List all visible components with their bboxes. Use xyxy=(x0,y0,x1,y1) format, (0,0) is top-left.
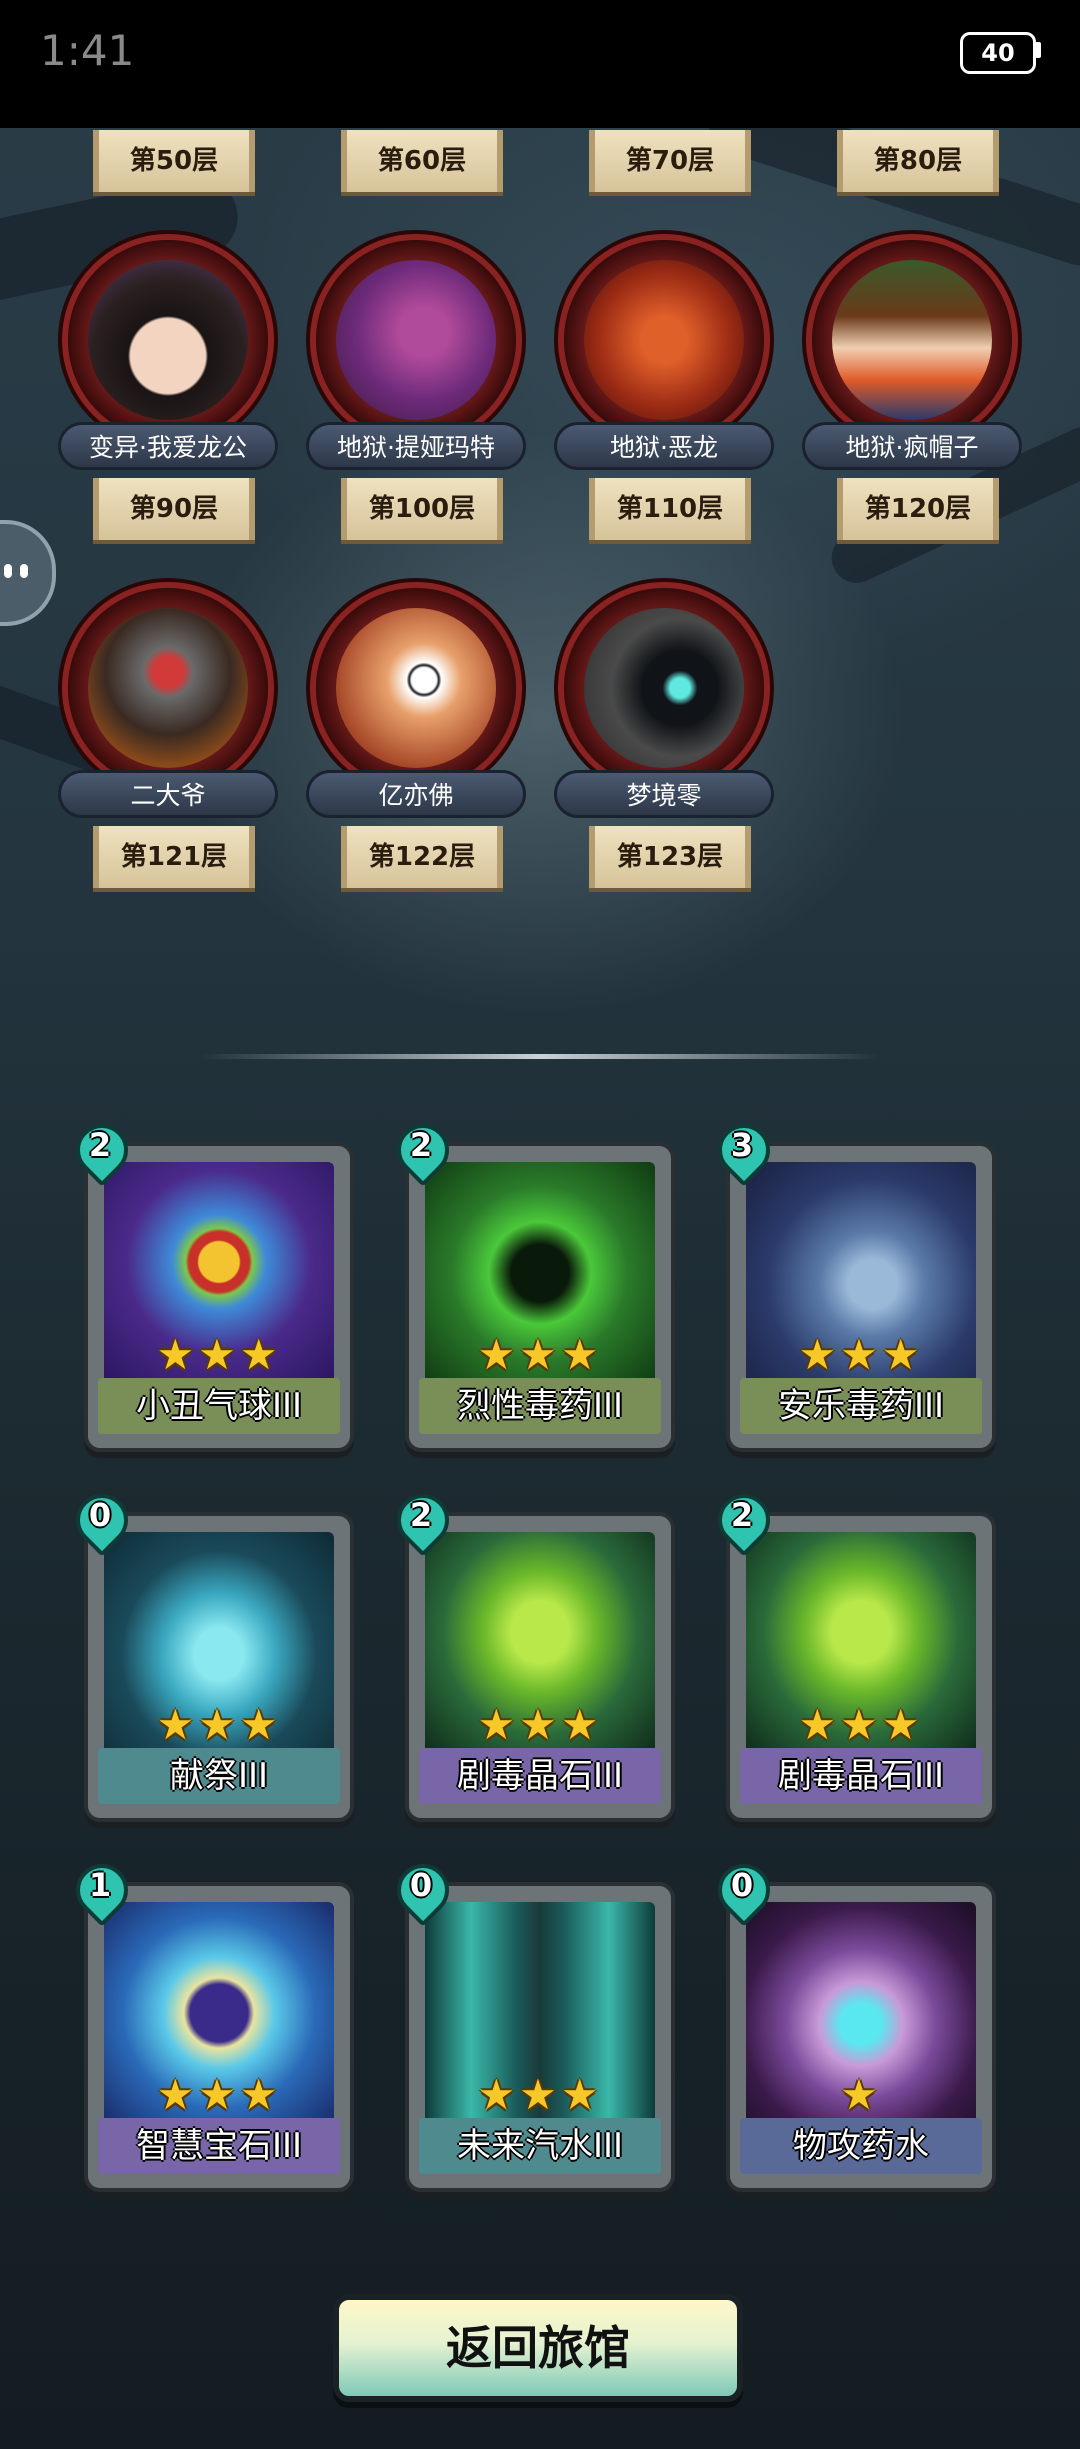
status-bar: 1:41 40 xyxy=(0,0,1080,128)
card-name: 物攻药水 xyxy=(740,2118,982,2174)
card-cost: 2 xyxy=(386,1113,460,1187)
floor-banner: 第100层 xyxy=(341,478,503,540)
clock: 1:41 xyxy=(40,26,135,75)
eye-icon xyxy=(20,564,28,578)
card-stars: ★★★ xyxy=(156,1330,282,1379)
card-name: 献祭III xyxy=(98,1748,340,1804)
card-name: 未来汽水III xyxy=(419,2118,661,2174)
boss-portrait[interactable]: 地狱·疯帽子 xyxy=(802,240,1022,480)
boss-image xyxy=(88,260,248,420)
card-name: 剧毒晶石III xyxy=(740,1748,982,1804)
boss-portrait[interactable]: 变异·我爱龙公 xyxy=(58,240,278,480)
boss-portrait[interactable]: 梦境零 xyxy=(554,588,774,828)
card-name: 智慧宝石III xyxy=(98,2118,340,2174)
card-cost: 2 xyxy=(707,1483,781,1557)
card-cost: 2 xyxy=(65,1113,139,1187)
card-name: 小丑气球III xyxy=(98,1378,340,1434)
card-stars: ★ xyxy=(840,2070,882,2119)
card-cost: 1 xyxy=(65,1853,139,1927)
card[interactable]: ★★★ 未来汽水III 0 xyxy=(386,1853,675,2202)
card-cost: 0 xyxy=(65,1483,139,1557)
card-stars: ★★★ xyxy=(477,1330,603,1379)
boss-image xyxy=(336,608,496,768)
card-name: 安乐毒药III xyxy=(740,1378,982,1434)
card[interactable]: ★★★ 小丑气球III 2 xyxy=(65,1113,354,1462)
card-stars: ★★★ xyxy=(477,1700,603,1749)
boss-portrait[interactable]: 地狱·提娅玛特 xyxy=(306,240,526,480)
card[interactable]: ★★★ 智慧宝石III 1 xyxy=(65,1853,354,2202)
card-stars: ★★★ xyxy=(156,2070,282,2119)
card-stars: ★★★ xyxy=(798,1700,924,1749)
floor-banner: 第120层 xyxy=(837,478,999,540)
boss-portrait[interactable]: 地狱·恶龙 xyxy=(554,240,774,480)
boss-portrait[interactable]: 亿亦佛 xyxy=(306,588,526,828)
floor-banner: 第110层 xyxy=(589,478,751,540)
floor-banner: 第70层 xyxy=(589,130,751,192)
boss-name: 地狱·恶龙 xyxy=(554,422,774,470)
card[interactable]: ★★★ 烈性毒药III 2 xyxy=(386,1113,675,1462)
card-cost: 3 xyxy=(707,1113,781,1187)
card-stars: ★★★ xyxy=(156,1700,282,1749)
boss-name: 地狱·提娅玛特 xyxy=(306,422,526,470)
card[interactable]: ★★★ 剧毒晶石III 2 xyxy=(386,1483,675,1832)
boss-name: 二大爷 xyxy=(58,770,278,818)
boss-image xyxy=(584,260,744,420)
card-cost: 2 xyxy=(386,1483,460,1557)
card[interactable]: ★★★ 献祭III 0 xyxy=(65,1483,354,1832)
boss-name: 梦境零 xyxy=(554,770,774,818)
card-stars: ★★★ xyxy=(798,1330,924,1379)
card-cost: 0 xyxy=(386,1853,460,1927)
boss-image xyxy=(832,260,992,420)
floor-banner: 第50层 xyxy=(93,130,255,192)
card-name: 烈性毒药III xyxy=(419,1378,661,1434)
battery-tip xyxy=(1035,42,1041,58)
floor-banner: 第123层 xyxy=(589,826,751,888)
floor-banner: 第60层 xyxy=(341,130,503,192)
battery-icon: 40 xyxy=(960,32,1036,74)
section-divider xyxy=(200,1054,880,1059)
boss-name: 变异·我爱龙公 xyxy=(58,422,278,470)
floor-banner: 第122层 xyxy=(341,826,503,888)
card-name: 剧毒晶石III xyxy=(419,1748,661,1804)
boss-name: 亿亦佛 xyxy=(306,770,526,818)
boss-image xyxy=(584,608,744,768)
card-cost: 0 xyxy=(707,1853,781,1927)
return-to-inn-button[interactable]: 返回旅馆 xyxy=(333,2294,743,2402)
card-stars: ★★★ xyxy=(477,2070,603,2119)
boss-name: 地狱·疯帽子 xyxy=(802,422,1022,470)
card[interactable]: ★★★ 安乐毒药III 3 xyxy=(707,1113,996,1462)
boss-image xyxy=(88,608,248,768)
floor-banner: 第80层 xyxy=(837,130,999,192)
eye-icon xyxy=(4,564,12,578)
card[interactable]: ★ 物攻药水 0 xyxy=(707,1853,996,2202)
card[interactable]: ★★★ 剧毒晶石III 2 xyxy=(707,1483,996,1832)
boss-portrait[interactable]: 二大爷 xyxy=(58,588,278,828)
boss-image xyxy=(336,260,496,420)
floor-banner: 第90层 xyxy=(93,478,255,540)
floor-banner: 第121层 xyxy=(93,826,255,888)
